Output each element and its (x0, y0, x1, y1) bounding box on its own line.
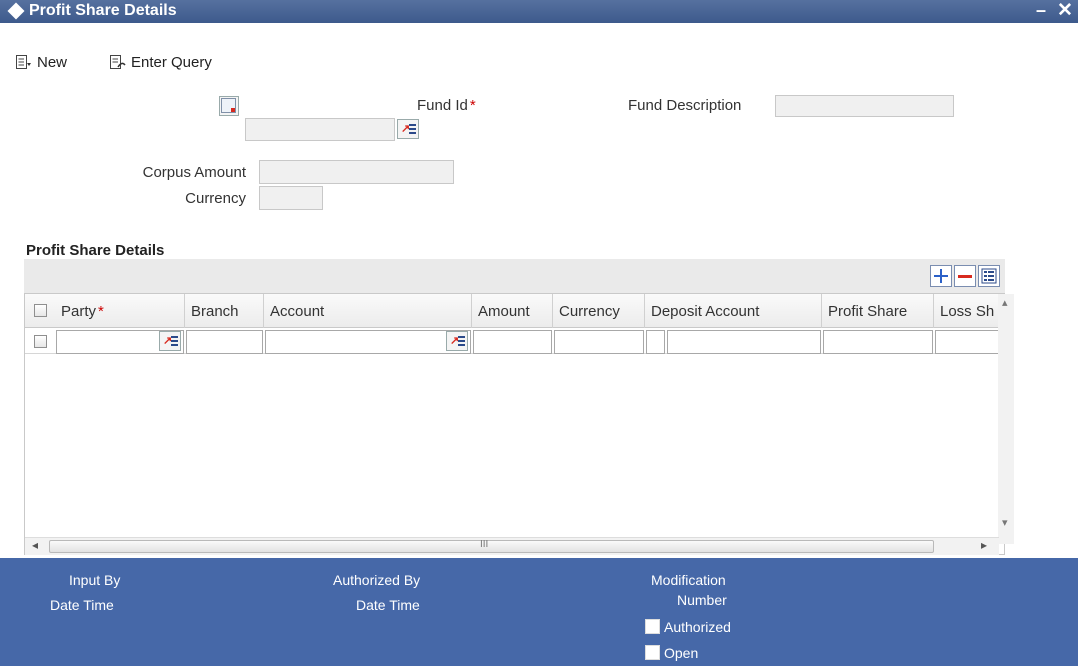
currency-cell-input[interactable] (554, 330, 644, 354)
scroll-up-arrow-icon[interactable]: ▴ (1002, 296, 1008, 309)
corpus-amount-input[interactable] (259, 160, 454, 184)
column-header-amount[interactable]: Amount (472, 294, 553, 328)
scroll-down-arrow-icon[interactable]: ▾ (1002, 516, 1008, 529)
authorized-checkbox[interactable] (645, 619, 660, 634)
select-all-checkbox[interactable] (34, 304, 47, 317)
fund-description-label: Fund Description (628, 97, 742, 114)
row-select-checkbox[interactable] (34, 335, 47, 348)
scroll-grip: III (480, 539, 489, 550)
authorized-by-label: Authorized By (333, 572, 421, 588)
grid-toolbar (24, 259, 1005, 293)
deposit-account-checkbox[interactable] (646, 330, 665, 354)
fund-id-input[interactable] (245, 118, 395, 141)
column-header-branch[interactable]: Branch (185, 294, 264, 328)
new-document-icon (16, 55, 32, 69)
required-marker: * (98, 303, 104, 320)
table-row: ↗ ↗ (25, 328, 1001, 354)
minus-icon (958, 275, 972, 278)
fund-id-lookup-button[interactable] (219, 96, 239, 116)
grid-header: Party * Branch Account Amount Currency De… (25, 294, 1000, 328)
toolbar: New Enter Query (0, 23, 1078, 75)
list-of-values-icon (221, 98, 236, 113)
window-titlebar: Profit Share Details – ✕ (0, 0, 1078, 23)
scroll-left-arrow-icon[interactable]: ◂ (32, 538, 38, 552)
single-record-view-icon (981, 268, 997, 284)
date-time-label: Date Time (50, 597, 114, 613)
authorized-checkbox-label: Authorized (664, 619, 731, 635)
grid-horizontal-scrollbar[interactable]: ◂ III ▸ (25, 537, 999, 555)
deposit-account-input[interactable] (667, 330, 821, 354)
delete-row-button[interactable] (954, 265, 976, 287)
fund-id-lov-button[interactable]: ↗ (397, 119, 419, 139)
add-row-button[interactable] (930, 265, 952, 287)
new-button[interactable]: New (16, 51, 67, 73)
column-header-party[interactable]: Party * (55, 294, 185, 328)
column-header-deposit-account[interactable]: Deposit Account (645, 294, 822, 328)
profit-share-grid: Party * Branch Account Amount Currency De… (24, 293, 1005, 555)
grid-vertical-scrollbar[interactable]: ▴ ▾ (998, 294, 1014, 544)
scroll-right-arrow-icon[interactable]: ▸ (981, 538, 987, 552)
column-header-currency[interactable]: Currency (553, 294, 645, 328)
fund-description-input[interactable] (775, 95, 954, 117)
diamond-icon (7, 2, 25, 20)
column-header-profit-share[interactable]: Profit Share (822, 294, 934, 328)
required-marker: * (469, 97, 476, 114)
plus-icon (934, 269, 948, 283)
column-header-loss-share[interactable]: Loss Sh (934, 294, 1000, 328)
currency-input[interactable] (259, 186, 323, 210)
new-button-label: New (37, 53, 68, 71)
open-checkbox[interactable] (645, 645, 660, 660)
enter-query-button-label: Enter Query (131, 53, 212, 71)
account-lov-button[interactable]: ↗ (446, 331, 468, 351)
enter-query-icon (110, 55, 126, 69)
loss-share-input[interactable] (935, 330, 1001, 354)
horizontal-scroll-thumb[interactable]: III (49, 539, 934, 553)
column-header-account[interactable]: Account (264, 294, 472, 328)
minimize-button[interactable]: – (1036, 0, 1046, 21)
close-button[interactable]: ✕ (1057, 0, 1073, 22)
account-input[interactable] (265, 330, 471, 354)
branch-input[interactable] (186, 330, 263, 354)
profit-share-input[interactable] (823, 330, 933, 354)
party-lov-button[interactable]: ↗ (159, 331, 181, 351)
modification-number-label: Number (677, 592, 727, 608)
modification-label: Modification (651, 572, 726, 588)
window-title: Profit Share Details (29, 2, 177, 19)
single-view-button[interactable] (978, 265, 1000, 287)
amount-input[interactable] (473, 330, 552, 354)
corpus-amount-label: Corpus Amount (142, 164, 246, 181)
audit-footer: Input By Date Time Authorized By Date Ti… (0, 558, 1078, 666)
enter-query-button[interactable]: Enter Query (110, 51, 212, 73)
authorized-date-time-label: Date Time (356, 597, 420, 613)
input-by-label: Input By (69, 572, 121, 588)
section-title: Profit Share Details (26, 242, 165, 259)
fund-id-label: Fund Id * (417, 97, 476, 114)
currency-label: Currency (185, 190, 246, 207)
open-checkbox-label: Open (664, 645, 699, 661)
